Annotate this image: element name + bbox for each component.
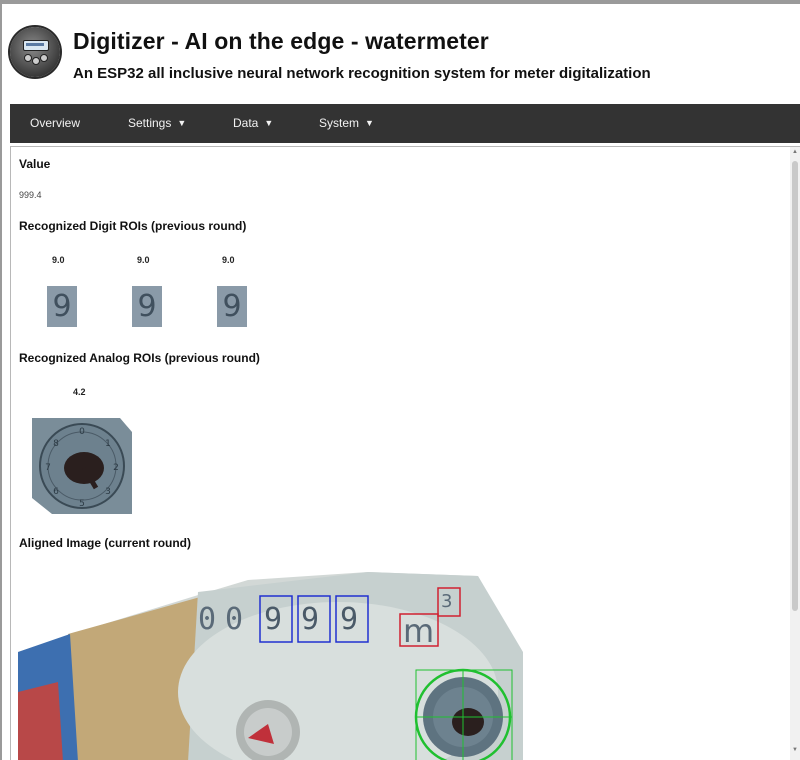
vertical-scrollbar[interactable]: ▲ ▼ [790,147,800,760]
analog-roi-label: 4.2 [73,387,86,397]
meter-digit: 0 [225,602,243,637]
meter-unit-superscript: 3 [441,591,452,612]
window-frame-top [0,0,800,4]
aligned-image: 0 0 9 9 9 m 3 [18,572,528,760]
nav-item-label: Data [233,116,259,130]
svg-text:8: 8 [53,439,59,449]
nav-item-settings[interactable]: Settings ▼ [128,116,186,130]
value-text: 999.4 [19,190,42,200]
svg-text:0: 0 [79,427,85,437]
digit-roi-image: 9 [47,286,77,327]
svg-text:5: 5 [79,499,85,509]
chevron-down-icon: ▼ [264,118,274,128]
scrollbar-thumb[interactable] [792,161,798,611]
digit-roi-image: 9 [132,286,162,327]
window-frame-left [0,0,2,760]
nav-item-system[interactable]: System ▼ [319,116,374,130]
digit-roi-image: 9 [217,286,247,327]
meter-digit: 9 [264,602,282,637]
nav-item-label: Settings [128,116,172,130]
nav-item-label: Overview [30,116,81,130]
nav-item-data[interactable]: Data ▼ [233,116,273,130]
svg-text:7: 7 [45,463,51,473]
svg-text:3: 3 [105,487,111,497]
digit-roi-label: 9.0 [137,255,150,265]
digit-rois-heading: Recognized Digit ROIs (previous round) [19,219,247,233]
digit-roi-label: 9.0 [222,255,235,265]
svg-text:1: 1 [105,439,111,449]
meter-digit: 9 [340,602,358,637]
svg-text:2: 2 [113,463,119,473]
content-frame: Value 999.4 Recognized Digit ROIs (previ… [10,146,800,760]
aligned-image-heading: Aligned Image (current round) [19,536,192,550]
meter-digit: 0 [198,602,216,637]
nav-bar: Overview Settings ▼ Data ▼ System ▼ [10,104,800,143]
analog-rois-heading: Recognized Analog ROIs (previous round) [19,351,260,365]
page-subtitle: An ESP32 all inclusive neural network re… [73,65,651,82]
nav-item-label: System [319,116,360,130]
meter-digit: 9 [301,602,319,637]
digit-roi-label: 9.0 [52,255,65,265]
page-title: Digitizer - AI on the edge - watermeter [73,28,489,54]
nav-item-overview[interactable]: Overview [30,116,80,130]
chevron-down-icon: ▼ [365,118,374,128]
svg-text:6: 6 [53,487,59,497]
app-logo [10,27,60,77]
value-heading: Value [19,157,51,171]
meter-unit: m [403,612,434,650]
scroll-up-icon[interactable]: ▲ [792,149,798,155]
scroll-down-icon[interactable]: ▼ [792,747,798,753]
analog-roi-image: 0 1 2 3 5 6 7 8 [32,418,132,514]
chevron-down-icon: ▼ [177,118,187,128]
